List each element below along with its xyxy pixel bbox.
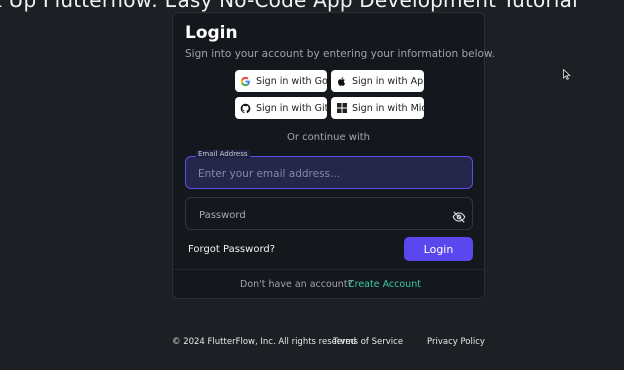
- github-signin-label: Sign in with GitHub: [256, 102, 327, 114]
- github-signin-button[interactable]: Sign in with GitHub: [235, 97, 327, 119]
- login-subtitle: Sign into your account by entering your …: [185, 48, 495, 60]
- login-card: Login Sign into your account by entering…: [172, 12, 495, 299]
- video-title: t Up Flutterflow: Easy No-Code App Devel…: [0, 0, 578, 12]
- password-field: [185, 197, 473, 230]
- page-title: Login: [185, 23, 238, 43]
- eye-off-icon[interactable]: [452, 208, 466, 223]
- apple-icon: [336, 76, 347, 87]
- apple-signin-label: Sign in with Apple: [352, 75, 424, 87]
- microsoft-icon: [336, 103, 347, 114]
- cursor-icon: [563, 65, 571, 80]
- google-icon: [240, 76, 251, 87]
- no-account-text: Don't have an account?: [240, 279, 353, 290]
- password-input[interactable]: [197, 206, 441, 224]
- google-signin-label: Sign in with Google: [256, 75, 327, 87]
- microsoft-signin-button[interactable]: Sign in with Microsoft: [331, 97, 424, 119]
- copyright-text: © 2024 FlutterFlow, Inc. All rights rese…: [172, 337, 357, 347]
- email-input[interactable]: [196, 165, 460, 183]
- apple-signin-button[interactable]: Sign in with Apple: [331, 70, 424, 92]
- microsoft-signin-label: Sign in with Microsoft: [352, 102, 424, 114]
- google-signin-button[interactable]: Sign in with Google: [235, 70, 327, 92]
- or-continue-with: Or continue with: [286, 132, 371, 143]
- email-label: Email Address: [196, 150, 250, 158]
- forgot-password-link[interactable]: Forgot Password?: [188, 244, 275, 255]
- terms-link[interactable]: Terms of Service: [333, 337, 403, 347]
- privacy-link[interactable]: Privacy Policy: [427, 337, 485, 347]
- login-button[interactable]: Login: [404, 237, 473, 261]
- github-icon: [240, 103, 251, 114]
- email-field: Email Address: [185, 150, 473, 189]
- create-account-link[interactable]: Create Account: [348, 279, 421, 290]
- card-divider: [173, 269, 484, 270]
